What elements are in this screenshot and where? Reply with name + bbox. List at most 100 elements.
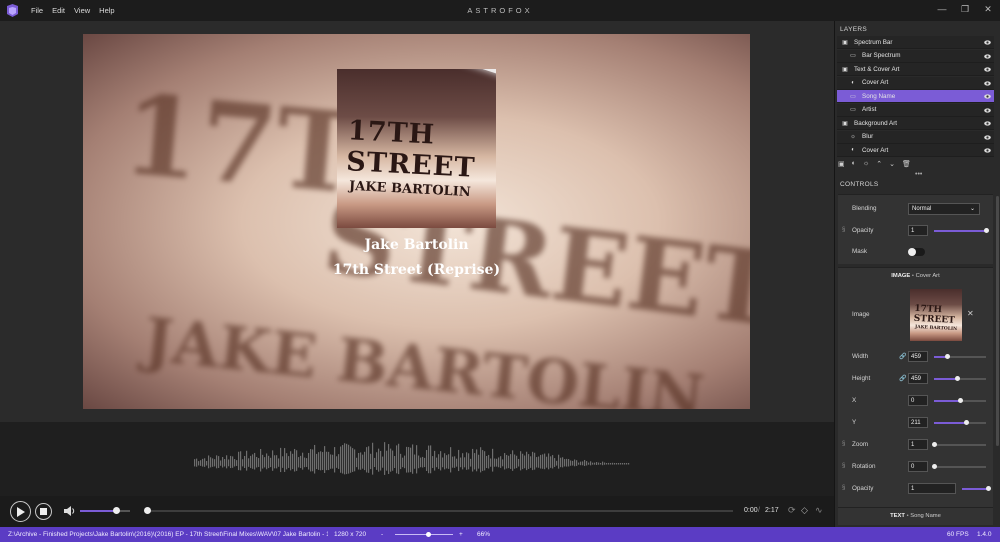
x-slider[interactable]	[934, 398, 986, 403]
visibility-icon[interactable]	[984, 134, 991, 141]
waveform-bar	[476, 449, 478, 472]
render-canvas: 17TH STREET JAKE BARTOLIN 17TH STREET JA…	[83, 34, 750, 409]
stop-icon	[40, 508, 47, 515]
opacity-slider[interactable]	[962, 486, 991, 491]
waveform-bar	[428, 445, 430, 474]
layer-item[interactable]: ▣ Background Art	[837, 117, 994, 130]
file-path: Z:\Archive - Finished Projects\Jake Bart…	[8, 531, 328, 538]
height-input[interactable]: 459	[908, 373, 928, 384]
link-icon[interactable]: §	[842, 227, 845, 233]
waveform-bar	[280, 447, 282, 473]
layer-item[interactable]: ▭ Bar Spectrum	[837, 49, 994, 63]
layer-item[interactable]: ▣ Spectrum Bar	[837, 36, 994, 49]
visibility-icon[interactable]	[984, 147, 991, 154]
image-thumbnail[interactable]: 17TH STREET JAKE BARTOLIN	[910, 289, 962, 341]
layer-item[interactable]: ☼ Blur	[837, 130, 994, 144]
waveform-toggle-icon[interactable]: ◇	[801, 505, 808, 516]
waveform-bar	[444, 453, 446, 470]
menu-file[interactable]: File	[31, 6, 43, 15]
zoom-slider[interactable]	[931, 442, 986, 447]
waveform-bar	[290, 451, 292, 471]
menu-view[interactable]: View	[74, 6, 90, 15]
zoom-in-button[interactable]: +	[459, 531, 463, 538]
remove-image-icon[interactable]: ✕	[967, 309, 974, 318]
minimize-icon[interactable]: —	[934, 2, 950, 16]
waveform-bar	[520, 451, 522, 471]
image-controls: IMAGE • Cover Art Image 17TH STREET JAKE…	[838, 267, 993, 522]
loop-icon[interactable]: ⟳	[788, 505, 796, 516]
layer-item[interactable]: ▭ Artist	[837, 103, 994, 117]
x-input[interactable]: 0	[908, 395, 928, 406]
link-icon[interactable]: §	[842, 441, 845, 447]
waveform-bar	[210, 457, 212, 468]
opacity-slider[interactable]	[934, 228, 989, 233]
rotation-slider[interactable]	[931, 464, 986, 469]
waveform-bar	[322, 452, 324, 470]
add-element-icon[interactable]: ◐	[852, 160, 856, 168]
add-scene-icon[interactable]: ▣	[838, 160, 845, 168]
waveform-bar	[542, 454, 544, 469]
waveform-bar	[516, 455, 518, 469]
rotation-input[interactable]: 0	[908, 461, 928, 472]
link-ratio-icon[interactable]: 🔗	[899, 353, 906, 360]
zoom-input[interactable]: 1	[908, 439, 928, 450]
layer-item[interactable]: ▣ Text & Cover Art	[837, 63, 994, 76]
y-input[interactable]: 211	[908, 417, 928, 428]
add-effect-icon[interactable]: ☼	[863, 160, 869, 168]
delete-icon[interactable]: 🗑	[902, 160, 911, 168]
visibility-icon[interactable]	[984, 53, 991, 60]
y-slider[interactable]	[934, 420, 986, 425]
maximize-icon[interactable]: ❐	[957, 2, 973, 16]
play-button[interactable]	[10, 501, 31, 522]
layer-item[interactable]: ◐ Cover Art	[837, 76, 994, 90]
visibility-icon[interactable]	[984, 120, 991, 127]
seek-bar[interactable]	[143, 507, 733, 514]
waveform-bar	[284, 448, 286, 472]
waveform-bar	[460, 457, 462, 468]
link-icon[interactable]: §	[842, 485, 845, 491]
layer-item[interactable]: ◐ Cover Art	[837, 144, 994, 157]
waveform-bar	[366, 447, 368, 473]
layer-label: Blur	[862, 133, 874, 140]
visibility-icon[interactable]	[984, 39, 991, 46]
zoom-knob[interactable]	[426, 532, 431, 537]
link-icon[interactable]: §	[842, 463, 845, 469]
volume-slider[interactable]	[80, 507, 130, 514]
visibility-icon[interactable]	[984, 107, 991, 114]
menu-help[interactable]: Help	[99, 6, 114, 15]
image-section-header: IMAGE • Cover Art	[838, 273, 993, 279]
move-down-icon[interactable]: ⌄	[889, 160, 895, 168]
visibility-icon[interactable]	[984, 93, 991, 100]
controls-scrollbar[interactable]	[996, 196, 999, 446]
layer-item[interactable]: ▭ Song Name	[837, 90, 994, 103]
move-up-icon[interactable]: ⌃	[876, 160, 882, 168]
mask-toggle[interactable]	[908, 248, 925, 256]
zoom-slider[interactable]	[395, 534, 453, 535]
seek-knob[interactable]	[143, 507, 151, 514]
resize-handle[interactable]: •••	[915, 171, 922, 178]
link-ratio-icon[interactable]: 🔗	[899, 375, 906, 382]
waveform-bar	[598, 462, 600, 465]
visibility-icon[interactable]	[984, 80, 991, 87]
waveform-bar	[206, 460, 208, 466]
waveform-bar	[440, 451, 442, 471]
opacity-input[interactable]: 1	[908, 225, 928, 236]
waveform-panel[interactable]	[0, 422, 834, 496]
layer-label: Song Name	[862, 92, 896, 100]
visibility-icon[interactable]	[984, 66, 991, 73]
volume-icon[interactable]	[64, 505, 76, 517]
cover-art-image: 17TH STREET JAKE BARTOLIN	[337, 69, 496, 228]
volume-knob[interactable]	[112, 507, 120, 514]
zoom-out-button[interactable]: -	[381, 531, 383, 538]
opacity-input[interactable]: 1	[908, 483, 956, 494]
waveform-bar	[474, 453, 476, 470]
height-slider[interactable]	[934, 376, 986, 381]
waveform[interactable]	[0, 422, 834, 496]
menu-edit[interactable]: Edit	[52, 6, 65, 15]
width-slider[interactable]	[934, 354, 986, 359]
stop-button[interactable]	[35, 503, 52, 520]
width-input[interactable]: 459	[908, 351, 928, 362]
close-icon[interactable]: ✕	[980, 2, 996, 16]
blending-select[interactable]: Normal ⌄	[908, 203, 980, 215]
osc-toggle-icon[interactable]: ∿	[815, 505, 823, 516]
